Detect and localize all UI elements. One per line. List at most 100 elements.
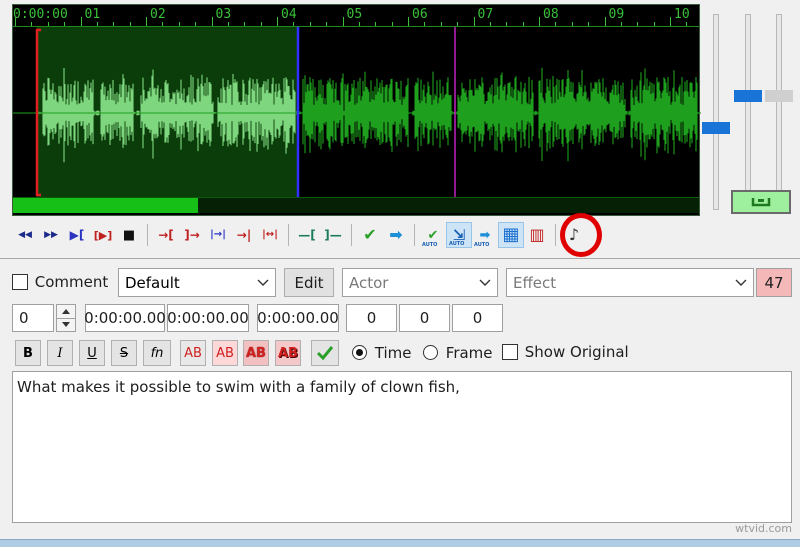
set-start-button[interactable]: —[ — [294, 222, 320, 248]
shadow-color-button[interactable]: AB — [275, 340, 301, 366]
commit-button[interactable] — [311, 340, 339, 366]
timeline-tick — [162, 22, 164, 26]
frame-radio-indicator[interactable] — [423, 345, 438, 360]
style-dropdown[interactable]: Default — [118, 268, 276, 297]
auto-scroll-button[interactable]: ⇲ AUTO — [446, 222, 472, 248]
underline-button[interactable]: U — [79, 340, 105, 366]
actor-combobox[interactable]: Actor — [342, 268, 498, 297]
next-line-button[interactable]: ➡ — [383, 222, 409, 248]
next-line-icon: ➡ — [389, 225, 403, 244]
time-radio-indicator[interactable] — [352, 345, 367, 360]
rewind-button[interactable]: ◀◀ — [12, 222, 38, 248]
set-end-icon: ]— — [324, 228, 342, 242]
edit-style-button[interactable]: Edit — [284, 268, 334, 297]
auto-next-button[interactable]: ➡ AUTO — [472, 222, 498, 248]
spectrum-button[interactable]: ▦ — [498, 222, 524, 248]
fast-forward-button[interactable]: ▶▶ — [38, 222, 64, 248]
video-button[interactable]: ▥ — [524, 222, 550, 248]
play-before-start-button[interactable]: →[ — [153, 222, 179, 248]
timeline-tick — [653, 22, 655, 26]
effect-placeholder: Effect — [513, 273, 557, 292]
subtitle-text: What makes it possible to swim with a fa… — [17, 378, 460, 396]
volume-slider-thumb[interactable] — [734, 90, 762, 103]
timeline-tick — [391, 22, 393, 26]
waveform-display[interactable] — [13, 27, 701, 197]
layer-decrement-button[interactable] — [56, 318, 76, 332]
margin-vertical-field[interactable]: 0 — [452, 304, 503, 332]
timeline-tick — [195, 22, 197, 26]
primary-color-button[interactable]: AB — [180, 340, 206, 366]
margin-left-field[interactable]: 0 — [346, 304, 397, 332]
time-radio[interactable]: Time — [352, 343, 412, 362]
vertical-zoom-slider-thumb[interactable] — [765, 90, 793, 103]
play-after-end-button[interactable]: →| — [231, 222, 257, 248]
character-count: 47 — [764, 273, 784, 292]
duration-value: 0:00:00.00 — [257, 309, 339, 327]
duration-field[interactable]: 0:00:00.00 — [257, 304, 339, 332]
timeline-tick — [244, 22, 246, 26]
play-selection-loop-icon: [▶] — [93, 228, 113, 242]
timeline-tick-label: 06 — [412, 7, 428, 22]
timeline-tick — [277, 17, 278, 26]
layer-increment-button[interactable] — [56, 304, 76, 319]
timeline-tick — [146, 17, 147, 26]
font-button[interactable]: fn — [143, 340, 171, 366]
timeline-tick — [408, 17, 409, 26]
karaoke-button[interactable]: ♪ — [561, 222, 587, 248]
zoom-slider-track[interactable] — [713, 14, 719, 210]
layer-spinbox[interactable]: 0 — [12, 304, 54, 332]
end-time-field[interactable]: 0:00:00.00 — [167, 304, 249, 332]
margin-right-field[interactable]: 0 — [399, 304, 450, 332]
zoom-slider-thumb[interactable] — [702, 121, 730, 134]
timeline-tick — [260, 22, 262, 26]
timeline-tick — [227, 22, 229, 26]
play-before-end-button[interactable]: |→| — [205, 222, 231, 248]
commit-icon: ✔ — [363, 225, 377, 244]
set-end-button[interactable]: ]— — [320, 222, 346, 248]
vertical-zoom-slider-track[interactable] — [776, 14, 782, 210]
show-original-checkbox[interactable]: Show Original — [502, 342, 629, 361]
outline-color-button[interactable]: AB — [243, 340, 269, 366]
font-label: fn — [150, 345, 164, 361]
chevron-down-icon — [62, 322, 70, 328]
secondary-color-button[interactable]: AB — [212, 340, 238, 366]
stop-icon: ■ — [122, 227, 136, 243]
timeline-tick — [309, 22, 311, 26]
waveform-panel[interactable]: 0:00:00 01 02 03 04 05 06 07 08 09 10 — [12, 4, 701, 216]
margin-right-value: 0 — [419, 309, 430, 327]
set-start-icon: —[ — [298, 228, 316, 242]
play-after-end-icon: →| — [236, 228, 252, 242]
play-selection-button[interactable]: ▶[ — [64, 222, 90, 248]
play-selection-loop-button[interactable]: [▶] — [90, 222, 116, 248]
show-original-checkbox-box[interactable] — [502, 343, 518, 360]
stop-button[interactable]: ■ — [116, 222, 142, 248]
timeline-tick — [64, 22, 66, 26]
comment-checkbox-box[interactable] — [12, 273, 28, 290]
play-after-start-button[interactable]: ]→ — [179, 222, 205, 248]
timeline-tick — [375, 22, 377, 26]
margin-vertical-value: 0 — [472, 309, 483, 327]
link-icon — [751, 198, 771, 207]
timeline-tick — [604, 17, 606, 26]
italic-button[interactable]: I — [47, 340, 73, 366]
timeline-tick — [555, 22, 557, 26]
link-sliders-button[interactable] — [731, 190, 791, 214]
start-time-field[interactable]: 0:00:00.00 — [84, 304, 166, 332]
timeline-tick-label: 03 — [215, 7, 232, 22]
comment-checkbox[interactable]: Comment — [12, 272, 108, 291]
auto-commit-button[interactable]: ✔ AUTO — [420, 222, 446, 248]
strikeout-button[interactable]: S — [111, 340, 137, 366]
play-after-start-icon: ]→ — [184, 228, 200, 242]
volume-slider-track[interactable] — [745, 14, 751, 210]
play-before-end-icon: |→| — [210, 229, 226, 240]
timeline-ruler[interactable]: 0:00:00 01 02 03 04 05 06 07 08 09 10 — [13, 5, 699, 27]
subtitle-text-editor[interactable]: What makes it possible to swim with a fa… — [12, 371, 792, 523]
timeline-tick — [686, 22, 688, 26]
frame-radio[interactable]: Frame — [423, 343, 493, 362]
playback-progress-bar[interactable] — [13, 197, 699, 213]
play-around-button[interactable]: |↔| — [257, 222, 283, 248]
commit-button[interactable]: ✔ — [357, 222, 383, 248]
start-time-value: 0:00:00.00 — [84, 309, 166, 327]
effect-combobox[interactable]: Effect — [506, 268, 754, 297]
bold-button[interactable]: B — [15, 340, 41, 366]
